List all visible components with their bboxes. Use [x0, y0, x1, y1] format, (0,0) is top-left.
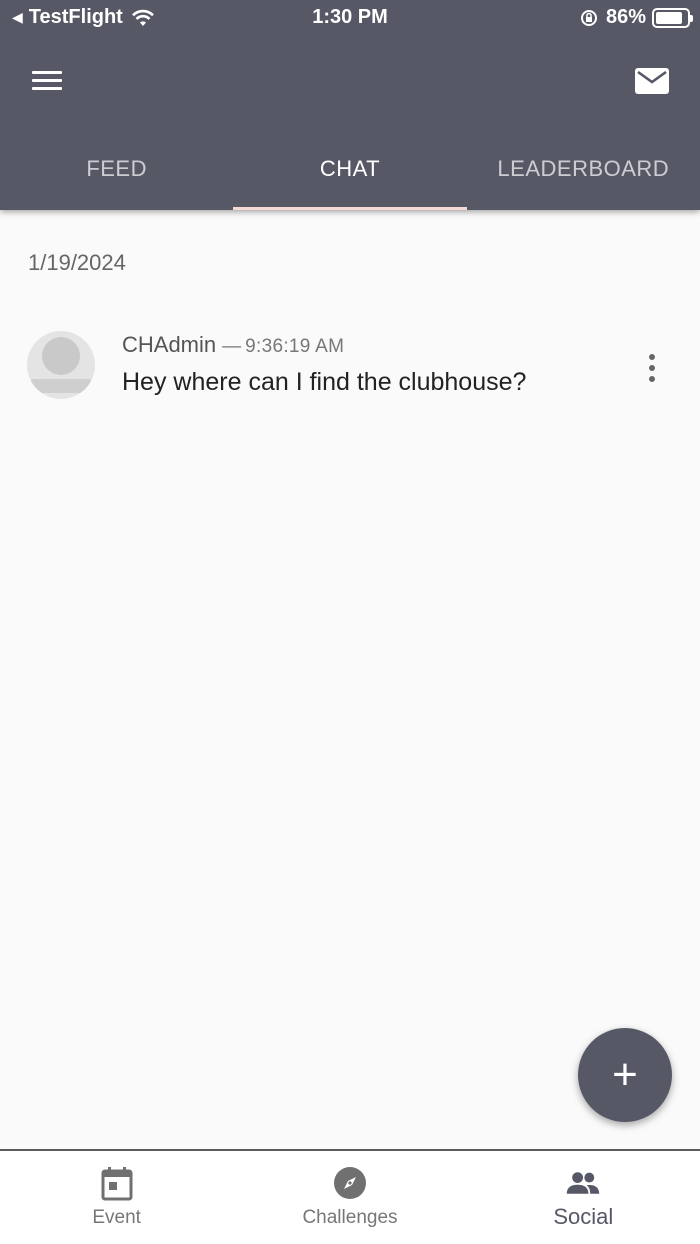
message-time: 9:36:19 AM — [245, 336, 345, 357]
chat-date: 1/19/2024 — [28, 250, 126, 275]
mail-icon[interactable] — [634, 66, 670, 96]
nav-challenges[interactable]: Challenges — [233, 1151, 466, 1244]
nav-event-label: Event — [92, 1207, 141, 1228]
user-avatar-icon[interactable] — [27, 331, 95, 399]
bottom-nav: Event Challenges Social — [0, 1149, 700, 1244]
message-separator: — — [222, 336, 242, 357]
tab-leaderboard[interactable]: LEADERBOARD — [467, 132, 700, 210]
chat-content: 1/19/2024 CHAdmin —9:36:19 AM Hey where c… — [0, 210, 700, 1150]
message-text: Hey where can I find the clubhouse? — [122, 368, 527, 396]
battery-icon — [652, 7, 693, 28]
chat-message: CHAdmin —9:36:19 AM Hey where can I find … — [0, 328, 700, 408]
nav-social-label: Social — [553, 1204, 614, 1229]
tab-feed[interactable]: FEED — [0, 132, 233, 210]
more-vert-icon[interactable] — [638, 348, 668, 388]
compass-icon — [333, 1167, 366, 1199]
nav-challenges-label: Challenges — [302, 1207, 398, 1228]
orientation-lock-icon — [580, 9, 597, 26]
nav-event[interactable]: Event — [0, 1151, 233, 1244]
status-right: 86% — [580, 6, 693, 29]
battery-percent: 86% — [605, 6, 646, 28]
tab-bar: FEED CHAT LEADERBOARD — [0, 132, 700, 210]
plus-icon: + — [612, 1050, 638, 1099]
people-icon — [567, 1172, 600, 1194]
tab-chat[interactable]: CHAT — [233, 132, 467, 210]
message-author: CHAdmin — [122, 332, 217, 357]
avatar-banner — [31, 379, 91, 393]
hamburger-menu-icon[interactable] — [30, 68, 64, 94]
calendar-icon — [101, 1167, 133, 1201]
battery-tip — [690, 14, 693, 22]
battery-level — [656, 11, 682, 24]
nav-social[interactable]: Social — [467, 1151, 700, 1244]
add-button[interactable]: + — [578, 1028, 672, 1122]
avatar-head — [42, 337, 80, 375]
message-header: CHAdmin —9:36:19 AM — [122, 332, 344, 358]
status-bar: ◀ TestFlight 1:30 PM 86% — [0, 0, 700, 36]
app-bar: ◀ TestFlight 1:30 PM 86% FEED CHAT LEADE… — [0, 0, 700, 210]
